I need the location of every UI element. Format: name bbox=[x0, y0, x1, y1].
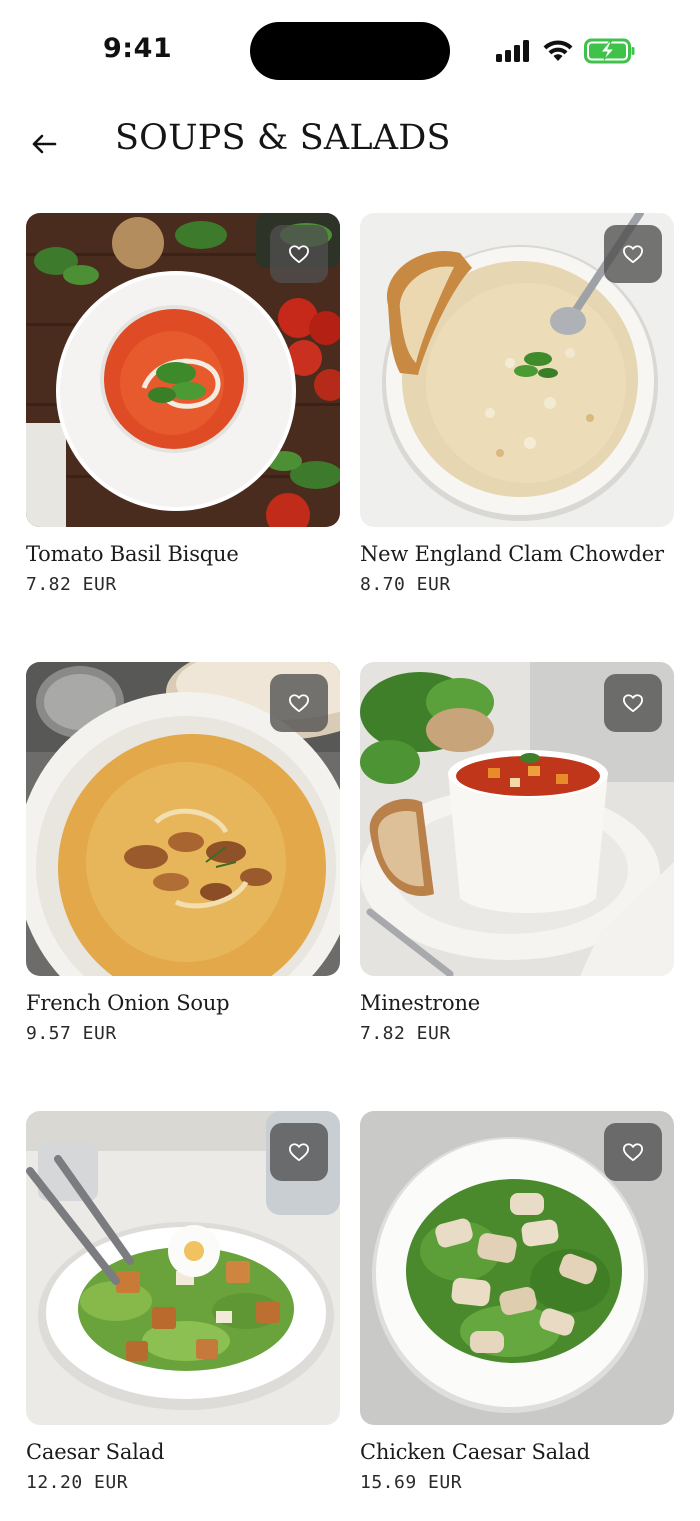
back-button[interactable] bbox=[22, 122, 66, 166]
product-card[interactable]: Chicken Caesar Salad 15.69 EUR bbox=[360, 1111, 674, 1495]
dish-name: Minestrone bbox=[360, 991, 481, 1015]
product-card[interactable]: Tomato Basil Bisque 7.82 EUR bbox=[26, 213, 340, 597]
chicken-caesar-salad-photo bbox=[360, 1111, 674, 1425]
battery-charging-icon bbox=[584, 38, 635, 64]
dish-name: Chicken Caesar Salad bbox=[360, 1440, 591, 1464]
dish-price: 15.69 EUR bbox=[360, 1472, 463, 1493]
dish-name: French Onion Soup bbox=[26, 991, 230, 1015]
caesar-salad-photo bbox=[26, 1111, 340, 1425]
favorite-button[interactable] bbox=[604, 1123, 662, 1181]
minestrone-photo bbox=[360, 662, 674, 976]
heart-outline-icon bbox=[623, 245, 643, 264]
favorite-button[interactable] bbox=[270, 674, 328, 732]
dish-name: New England Clam Chowder bbox=[360, 542, 664, 566]
heart-outline-icon bbox=[623, 1143, 643, 1162]
heart-outline-icon bbox=[623, 694, 643, 713]
product-card[interactable]: Minestrone 7.82 EUR bbox=[360, 662, 674, 1046]
arrow-left-icon bbox=[32, 134, 57, 154]
dish-name: Caesar Salad bbox=[26, 1440, 165, 1464]
page-title: SOUPS & SALADS bbox=[115, 118, 451, 158]
clam-chowder-photo bbox=[360, 213, 674, 527]
tomato-basil-bisque-photo bbox=[26, 213, 340, 527]
french-onion-soup-photo bbox=[26, 662, 340, 976]
wifi-icon bbox=[543, 40, 573, 61]
product-card[interactable]: French Onion Soup 9.57 EUR bbox=[26, 662, 340, 1046]
dish-price: 7.82 EUR bbox=[26, 574, 117, 595]
heart-outline-icon bbox=[288, 245, 309, 264]
status-time: 9:41 bbox=[103, 33, 173, 64]
favorite-button[interactable] bbox=[604, 225, 662, 283]
dish-price: 8.70 EUR bbox=[360, 574, 451, 595]
dish-price: 9.57 EUR bbox=[26, 1023, 117, 1044]
favorite-button[interactable] bbox=[270, 225, 328, 283]
heart-outline-icon bbox=[288, 694, 309, 713]
dish-price: 12.20 EUR bbox=[26, 1472, 129, 1493]
heart-outline-icon bbox=[288, 1143, 309, 1162]
dish-price: 7.82 EUR bbox=[360, 1023, 451, 1044]
favorite-button[interactable] bbox=[604, 674, 662, 732]
product-card[interactable]: Caesar Salad 12.20 EUR bbox=[26, 1111, 340, 1495]
product-card[interactable]: New England Clam Chowder 8.70 EUR bbox=[360, 213, 674, 597]
dish-name: Tomato Basil Bisque bbox=[26, 542, 239, 566]
favorite-button[interactable] bbox=[270, 1123, 328, 1181]
dynamic-island bbox=[250, 22, 450, 80]
product-grid: Tomato Basil Bisque 7.82 EUR New England… bbox=[26, 213, 674, 1495]
status-bar: 9:41 bbox=[0, 0, 700, 100]
signal-icon bbox=[496, 40, 529, 62]
